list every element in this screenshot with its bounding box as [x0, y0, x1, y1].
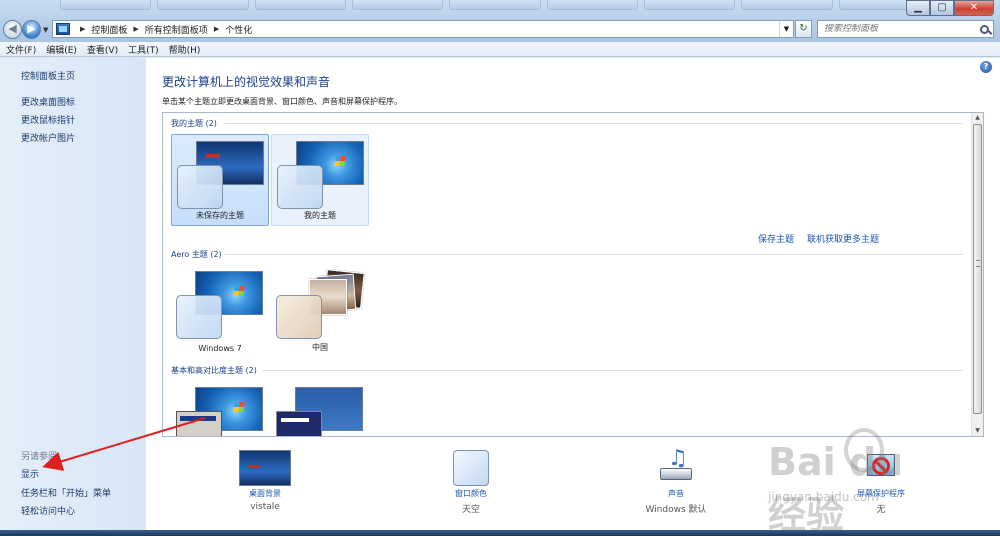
screen-saver-icon — [863, 450, 899, 486]
search-input[interactable] — [824, 24, 974, 34]
forward-button[interactable]: ▶ — [22, 20, 41, 39]
setting-label[interactable]: 屏幕保护程序 — [806, 488, 956, 499]
menu-view[interactable]: 查看(V) — [87, 43, 118, 56]
group-title-aero: Aero 主题 (2) — [171, 250, 222, 259]
help-icon[interactable]: ? — [980, 61, 992, 73]
sidebar-link-desktop-icons[interactable]: 更改桌面图标 — [21, 95, 75, 108]
window-titlebar: ▁ ▢ ✕ ◀ ▶ ▼ ▶ 控制面板 ▶ 所有控制面板项 ▶ 个性化 ▼ ↻ — [0, 0, 1000, 42]
get-more-themes-link[interactable]: 联机获取更多主题 — [807, 232, 879, 245]
theme-list: 我的主题 (2) 未保存的主题 我的主题 保存主题 联机获取更多主题 Aero … — [162, 112, 984, 437]
setting-desktop-background[interactable]: 桌面背景 vistale — [190, 450, 340, 512]
main-content: ? 更改计算机上的视觉效果和声音 单击某个主题立即更改桌面背景、窗口颜色、声音和… — [146, 58, 1000, 536]
theme-name: 中国 — [312, 343, 328, 352]
theme-my-theme[interactable]: 我的主题 — [271, 134, 369, 226]
breadcrumb-control-panel[interactable]: 控制面板 — [91, 23, 127, 36]
page-description: 单击某个主题立即更改桌面背景、窗口颜色、声音和屏幕保护程序。 — [162, 97, 402, 106]
sidebar-link-taskbar[interactable]: 任务栏和「开始」菜单 — [21, 486, 111, 499]
window-color-icon — [453, 450, 489, 486]
sidebar-link-mouse-pointers[interactable]: 更改鼠标指针 — [21, 113, 75, 126]
theme-name: 我的主题 — [304, 211, 336, 220]
scroll-thumb[interactable] — [973, 124, 982, 414]
theme-windows7[interactable]: Windows 7 — [171, 265, 269, 357]
theme-name: 未保存的主题 — [196, 211, 244, 220]
theme-color-preview — [277, 165, 323, 209]
group-divider — [225, 254, 963, 255]
theme-color-preview — [276, 411, 322, 436]
chevron-right-icon[interactable]: ▶ — [133, 25, 138, 33]
scroll-up-arrow-icon[interactable]: ▲ — [972, 113, 983, 123]
theme-classic[interactable] — [271, 381, 369, 436]
menu-tools[interactable]: 工具(T) — [128, 43, 159, 56]
taskbar — [0, 530, 1000, 536]
setting-window-color[interactable]: 窗口颜色 天空 — [396, 450, 546, 515]
sound-icon: ♫ — [656, 448, 696, 486]
theme-name: Windows 7 — [198, 344, 242, 353]
save-theme-link[interactable]: 保存主题 — [758, 232, 794, 245]
see-also-heading: 另请参阅 — [21, 452, 58, 462]
sidebar-link-ease-of-access[interactable]: 轻松访问中心 — [21, 504, 75, 517]
back-button[interactable]: ◀ — [3, 20, 22, 39]
menu-bar: 文件(F) 编辑(E) 查看(V) 工具(T) 帮助(H) — [0, 42, 1000, 57]
sidebar-link-display[interactable]: 显示 — [21, 467, 39, 480]
setting-screen-saver[interactable]: 屏幕保护程序 无 — [806, 450, 956, 515]
control-panel-icon — [56, 23, 70, 35]
chevron-right-icon[interactable]: ▶ — [214, 25, 219, 33]
background-taskbar-ghost — [60, 0, 930, 12]
group-divider — [263, 370, 963, 371]
breadcrumb-all-items[interactable]: 所有控制面板项 — [145, 23, 208, 36]
menu-edit[interactable]: 编辑(E) — [46, 43, 77, 56]
group-title-basic: 基本和高对比度主题 (2) — [171, 366, 257, 375]
theme-unsaved[interactable]: 未保存的主题 — [171, 134, 269, 226]
setting-value: Windows 默认 — [645, 505, 707, 515]
scroll-down-arrow-icon[interactable]: ▼ — [972, 426, 983, 436]
sidebar-link-account-picture[interactable]: 更改帐户图片 — [21, 131, 75, 144]
sidebar-link-home[interactable]: 控制面板主页 — [21, 69, 75, 82]
search-icon[interactable] — [980, 24, 989, 34]
chevron-down-icon[interactable]: ▼ — [779, 21, 793, 37]
maximize-button[interactable]: ▢ — [930, 0, 954, 16]
theme-color-preview — [276, 295, 322, 339]
search-box[interactable] — [817, 20, 994, 38]
menu-file[interactable]: 文件(F) — [6, 43, 36, 56]
theme-color-preview — [177, 165, 223, 209]
refresh-button[interactable]: ↻ — [795, 20, 812, 38]
sidebar: 控制面板主页 更改桌面图标 更改鼠标指针 更改帐户图片 另请参阅 显示 任务栏和… — [0, 58, 146, 536]
breadcrumb-personalization[interactable]: 个性化 — [225, 23, 252, 36]
recent-pages-dropdown[interactable]: ▼ — [43, 26, 48, 34]
chevron-right-icon[interactable]: ▶ — [80, 25, 85, 33]
setting-label[interactable]: 桌面背景 — [190, 488, 340, 499]
theme-color-preview — [176, 411, 222, 436]
window-controls: ▁ ▢ ✕ — [906, 0, 994, 16]
setting-value: 天空 — [461, 505, 480, 515]
minimize-button[interactable]: ▁ — [906, 0, 930, 16]
menu-help[interactable]: 帮助(H) — [169, 43, 201, 56]
page-title: 更改计算机上的视觉效果和声音 — [162, 75, 331, 89]
setting-label[interactable]: 窗口颜色 — [396, 488, 546, 499]
theme-color-preview — [176, 295, 222, 339]
group-title-my-themes: 我的主题 (2) — [171, 119, 217, 128]
setting-value: vistale — [250, 502, 280, 512]
close-button[interactable]: ✕ — [954, 0, 994, 16]
setting-label[interactable]: 声音 — [601, 488, 751, 499]
group-divider — [225, 123, 963, 124]
address-bar[interactable]: ▶ 控制面板 ▶ 所有控制面板项 ▶ 个性化 ▼ — [52, 20, 794, 38]
theme-basic[interactable] — [171, 381, 269, 436]
theme-china[interactable]: 中国 — [271, 265, 369, 357]
setting-sounds[interactable]: ♫ 声音 Windows 默认 — [601, 448, 751, 516]
theme-list-scrollbar[interactable]: ▲ ▼ — [971, 113, 983, 436]
desktop-background-icon — [239, 450, 291, 486]
setting-value: 无 — [876, 505, 886, 515]
